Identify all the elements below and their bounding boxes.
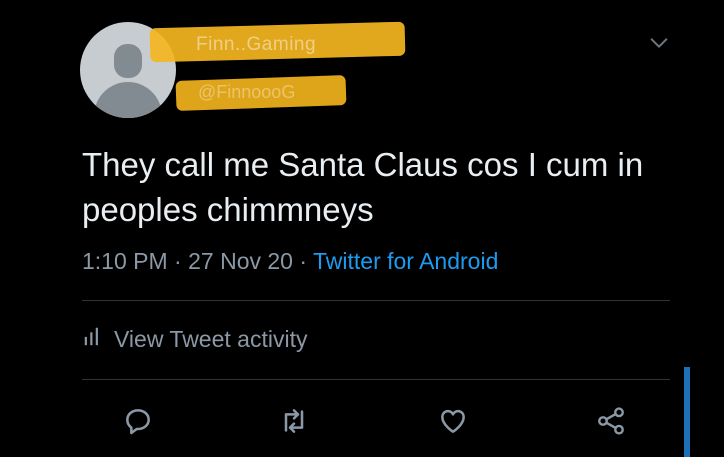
- view-tweet-activity-button[interactable]: View Tweet activity: [82, 325, 307, 353]
- share-icon: [598, 407, 624, 435]
- tweet-text: They call me Santa Claus cos I cum in pe…: [82, 146, 644, 228]
- tweet-date[interactable]: 27 Nov 20: [188, 248, 293, 274]
- tweet-source-link[interactable]: Twitter for Android: [313, 248, 498, 274]
- share-button[interactable]: [592, 402, 630, 440]
- activity-label: View Tweet activity: [114, 325, 308, 352]
- divider: [82, 379, 670, 380]
- display-name[interactable]: Finn..Gaming: [196, 34, 316, 56]
- avatar-head-shape: [114, 44, 142, 78]
- divider: [82, 300, 670, 301]
- bar-chart-icon: [82, 325, 104, 353]
- scrollbar[interactable]: [684, 367, 690, 457]
- tweet-time[interactable]: 1:10 PM: [82, 248, 168, 274]
- avatar-body-shape: [94, 82, 162, 118]
- meta-separator: ·: [299, 248, 313, 274]
- retweet-button[interactable]: [275, 402, 313, 440]
- like-button[interactable]: [434, 402, 472, 440]
- chevron-down-icon[interactable]: [648, 32, 670, 54]
- like-icon: [441, 409, 465, 433]
- reply-button[interactable]: [119, 402, 157, 440]
- reply-icon: [126, 409, 150, 435]
- user-handle[interactable]: @FinnoooG: [198, 82, 295, 103]
- meta-separator: ·: [174, 248, 189, 274]
- tweet-meta: 1:10 PM · 27 Nov 20 · Twitter for Androi…: [82, 248, 498, 275]
- retweet-icon: [284, 409, 304, 433]
